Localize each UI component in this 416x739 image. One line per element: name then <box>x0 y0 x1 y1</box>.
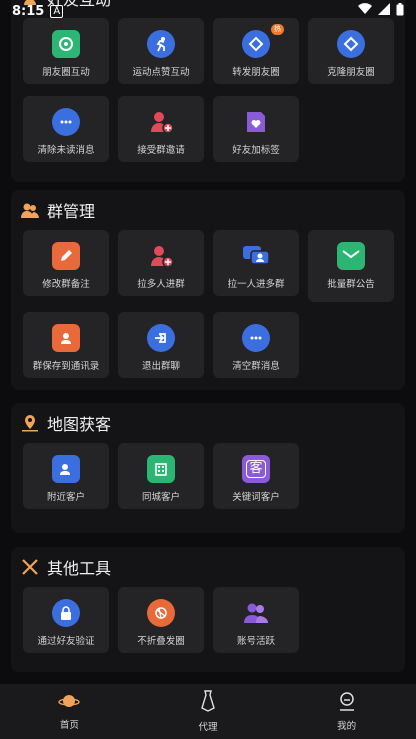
mail-icon <box>337 242 365 270</box>
moments-chat-icon <box>52 30 80 58</box>
tile-same-city-customers[interactable]: 同城客户 <box>118 443 204 509</box>
wifi-icon <box>358 3 372 19</box>
nav-agent[interactable]: 代理 <box>168 690 248 733</box>
exit-chat-icon <box>147 324 175 352</box>
signal-icon <box>378 3 390 19</box>
nearby-contact-icon <box>52 455 80 483</box>
forward-moments-icon: 热 <box>242 24 284 58</box>
status-indicator: A <box>50 4 64 18</box>
tile-clear-unread[interactable]: 清除未读消息 <box>23 96 109 162</box>
lock-icon <box>52 599 80 627</box>
section-other-tools: 其他工具 通过好友验证 不折叠发圈 账号活跃 <box>11 547 405 672</box>
clone-moments-icon <box>337 30 365 58</box>
tile-nearby-customers[interactable]: 附近客户 <box>23 443 109 509</box>
tile-no-fold-post[interactable]: 不折叠发圈 <box>118 587 204 653</box>
section-title: 地图获客 <box>21 411 111 435</box>
chat-user-icon <box>242 242 270 270</box>
running-icon <box>147 30 175 58</box>
tile-sport-like[interactable]: 运动点赞互动 <box>118 18 204 84</box>
planet-icon <box>58 692 81 714</box>
tile-pull-one-into-groups[interactable]: 拉一人进多群 <box>213 230 299 296</box>
profile-icon <box>337 691 357 715</box>
section-map-customers: 地图获客 附近客户 同城客户 客 关键词客户 <box>11 403 405 533</box>
contacts-icon <box>52 324 80 352</box>
tile-keyword-customers[interactable]: 客 关键词客户 <box>213 443 299 509</box>
group-icon <box>21 201 39 219</box>
tile-moments-interact[interactable]: 朋友圈互动 <box>23 18 109 84</box>
section-group-manage: 群管理 修改群备注 拉多人进群 拉一人进多群 批量群公告 群保存到通讯录 退出群… <box>11 190 405 390</box>
status-time: 8:15 <box>12 3 45 19</box>
add-user-icon <box>147 108 175 136</box>
status-bar: 8:15 A <box>0 0 416 22</box>
tile-edit-group-remark[interactable]: 修改群备注 <box>23 230 109 296</box>
nav-home[interactable]: 首页 <box>29 692 109 731</box>
tile-friend-tag[interactable]: 好友加标签 <box>213 96 299 162</box>
section-title: 群管理 <box>21 198 95 222</box>
tile-accept-group-invite[interactable]: 接受群邀请 <box>118 96 204 162</box>
tools-icon <box>21 558 39 576</box>
add-users-icon <box>147 242 175 270</box>
city-building-icon <box>147 455 175 483</box>
tile-exit-group-chat[interactable]: 退出群聊 <box>118 312 204 378</box>
tie-icon <box>201 690 215 716</box>
main-scroll-area[interactable]: 好友互动 朋友圈互动 运动点赞互动 热 转发朋友圈 克隆朋友圈 <box>0 0 416 684</box>
fold-icon <box>147 599 175 627</box>
tile-clone-moments[interactable]: 克隆朋友圈 <box>308 18 394 84</box>
tile-pull-multi-into-group[interactable]: 拉多人进群 <box>118 230 204 296</box>
bottom-nav: 首页 代理 我的 <box>0 684 416 739</box>
tile-pass-friend-verify[interactable]: 通过好友验证 <box>23 587 109 653</box>
tile-clear-group-messages[interactable]: 清空群消息 <box>213 312 299 378</box>
map-pin-icon <box>21 414 39 432</box>
tile-forward-moments[interactable]: 热 转发朋友圈 <box>213 18 299 84</box>
nav-mine[interactable]: 我的 <box>307 691 387 732</box>
hot-badge: 热 <box>271 24 284 35</box>
battery-icon <box>396 2 404 20</box>
tile-account-active[interactable]: 账号活跃 <box>213 587 299 653</box>
users-icon <box>242 599 270 627</box>
section-title: 其他工具 <box>21 555 111 579</box>
edit-icon <box>52 242 80 270</box>
keyword-customer-icon: 客 <box>242 455 270 483</box>
chat-dots-icon <box>52 108 80 136</box>
chat-dots-icon <box>242 324 270 352</box>
section-friend-interact: 好友互动 朋友圈互动 运动点赞互动 热 转发朋友圈 克隆朋友圈 <box>11 0 405 182</box>
tag-heart-icon <box>242 108 270 136</box>
tile-save-group-to-contacts[interactable]: 群保存到通讯录 <box>23 312 109 378</box>
tile-batch-group-notice[interactable]: 批量群公告 <box>308 230 394 302</box>
